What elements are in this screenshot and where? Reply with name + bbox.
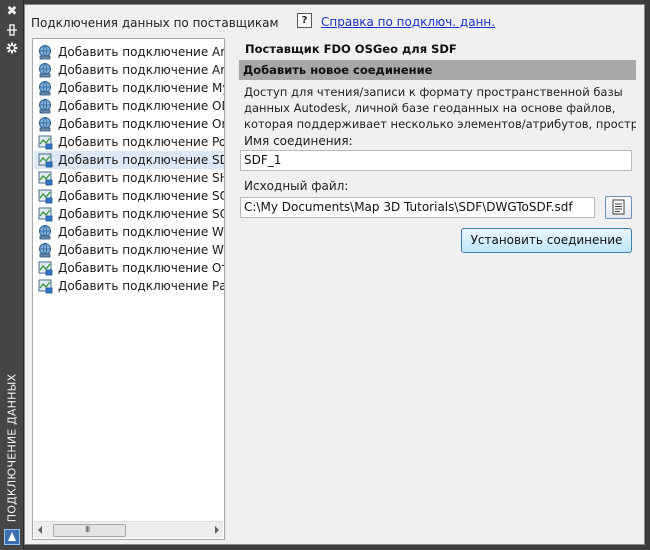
provider-item-label: Добавить подключение Отрасль [58,261,224,275]
wfs-icon [37,224,53,240]
provider-item[interactable]: Добавить подключение SHP [34,169,225,187]
provider-item-label: Добавить подключение SQL Server [58,189,224,203]
provider-item-label: Добавить подключение SQLite [58,207,224,221]
provider-item-label: Добавить подключение MySQL [58,81,224,95]
provider-item-label: Добавить подключение PostgreSQL [58,135,225,149]
source-file-input[interactable]: C:\My Documents\Map 3D Tutorials\SDF\DWG… [240,197,595,218]
autodesk-logo-icon [4,529,20,545]
source-file-label: Исходный файл: [244,179,349,193]
provider-item[interactable]: Добавить подключение SQL Server [34,187,224,205]
provider-title: Поставщик FDO OSGeo для SDF [245,42,457,56]
sdf-icon [37,152,53,168]
close-icon[interactable]: ✖ [4,5,20,19]
provider-item[interactable]: Добавить подключение Отрасль [34,259,224,277]
provider-item-label: Добавить подключение SDF [58,153,225,167]
autohide-icon[interactable] [4,24,20,38]
data-connect-panel: Подключения данных по поставщикам ? Спра… [24,4,645,545]
provider-item-label: Добавить подключение ODBC [58,99,224,113]
settings-icon[interactable] [4,42,20,56]
wms-icon [37,242,53,258]
provider-item[interactable]: Добавить подключение Растр [34,277,224,295]
provider-item-label: Добавить подключение Растр [58,279,224,293]
provider-list-hscrollbar[interactable]: III [34,521,223,538]
description-line: Доступ для чтения/записи к формату прост… [244,85,623,99]
shp-icon [37,170,53,186]
provider-item[interactable]: Добавить подключение ArcGIS [34,43,225,61]
connection-name-input[interactable]: SDF_1 [240,150,632,171]
providers-header-label: Подключения данных по поставщикам [31,16,279,30]
odbc-icon [37,98,53,114]
provider-list[interactable]: Добавить подключение ArcGIS Добавить подк… [32,38,225,540]
provider-item[interactable]: Добавить подключение SQLite [34,205,224,223]
help-icon[interactable]: ? [297,13,312,28]
arcsde-icon [37,62,53,78]
mysql-icon [37,80,53,96]
oracle-icon [37,116,53,132]
help-link[interactable]: Справка по подключ. данн. [321,15,495,29]
scrollbar-grip: III [85,525,90,534]
provider-description: Доступ для чтения/записи к формату прост… [244,84,636,132]
provider-item[interactable]: Добавить подключение WFS [34,223,225,241]
palette-titlebar: ✖ ПОДКЛЮЧЕНИЕ ДАННЫХ [0,0,24,550]
provider-item[interactable]: Добавить подключение MySQL [34,79,224,97]
scroll-right-icon[interactable] [215,526,219,534]
description-line: данных Autodesk, личной базе геоданных н… [244,101,616,115]
description-line: которая поддерживает несколько элементов… [244,117,636,131]
scroll-left-icon[interactable] [38,526,42,534]
browse-button[interactable] [605,196,632,219]
sqlserver-icon [37,188,53,204]
provider-item-label: Добавить подключение WFS [58,225,225,239]
industry-icon [37,260,53,276]
section-title: Добавить новое соединение [243,63,433,77]
scrollbar-thumb[interactable]: III [53,524,126,537]
provider-item[interactable]: Добавить подключение WMS [34,241,225,259]
postgresql-icon [37,134,53,150]
provider-item-label: Добавить подключение ArcSDE [58,63,225,77]
provider-item-label: Добавить подключение Oracle [58,117,224,131]
palette-vertical-title: ПОДКЛЮЧЕНИЕ ДАННЫХ [5,373,19,523]
arcgis-icon [37,44,53,60]
provider-item[interactable]: Добавить подключение PostgreSQL [34,133,225,151]
sqlite-icon [37,206,53,222]
connect-button[interactable]: Установить соединение [461,228,632,253]
connection-name-label: Имя соединения: [244,134,353,148]
provider-item[interactable]: Добавить подключение ArcSDE [34,61,225,79]
provider-item[interactable]: Добавить подключение SDF [34,151,225,169]
provider-item-label: Добавить подключение SHP [58,171,225,185]
document-icon [612,199,625,215]
provider-item-label: Добавить подключение ArcGIS [58,45,225,59]
raster-icon [37,278,53,294]
section-header: Добавить новое соединение [239,60,636,80]
provider-item[interactable]: Добавить подключение Oracle [34,115,224,133]
provider-item[interactable]: Добавить подключение ODBC [34,97,224,115]
provider-item-label: Добавить подключение WMS [58,243,225,257]
